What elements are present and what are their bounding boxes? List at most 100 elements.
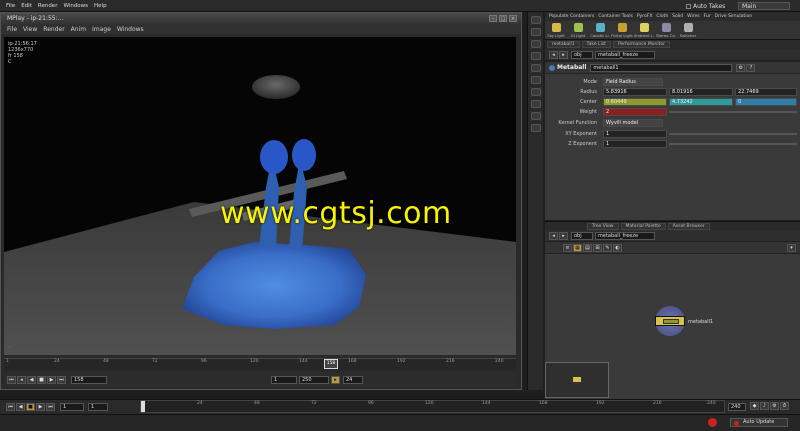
network-options-icon[interactable]: ▾ xyxy=(787,243,796,252)
global-timeline[interactable]: 1 24 48 72 96 120 144 168 192 216 240 xyxy=(140,400,725,413)
shelf-tool-gi-light[interactable]: GI Light xyxy=(567,22,589,38)
back-icon[interactable]: ◂ xyxy=(549,50,558,59)
center-y-field[interactable]: 4.73242 xyxy=(669,98,733,106)
forward-icon[interactable]: ▸ xyxy=(559,50,568,59)
mplay-menu-render[interactable]: Render xyxy=(43,26,64,33)
play-icon[interactable]: ▶ xyxy=(36,403,45,411)
view-tool-icon[interactable] xyxy=(530,88,541,96)
tab-take-list[interactable]: Take List xyxy=(581,41,611,48)
shelf-tab[interactable]: Wires xyxy=(687,14,699,19)
jump-start-icon[interactable]: ⏮ xyxy=(6,403,15,411)
key-icon[interactable]: ◆ xyxy=(750,402,759,410)
color-icon[interactable]: ◐ xyxy=(613,243,622,252)
render-status-icon[interactable] xyxy=(708,418,717,427)
shelf-tool-caustic-light[interactable]: Caustic Li. xyxy=(589,22,611,38)
range-end-field[interactable]: 250 xyxy=(299,376,329,384)
camera-tool-icon[interactable] xyxy=(530,124,541,132)
tile-view-icon[interactable]: ▤ xyxy=(583,243,592,252)
menu-file[interactable]: File xyxy=(6,3,15,9)
menu-help[interactable]: Help xyxy=(94,3,107,9)
path-node[interactable]: metaball_freeze xyxy=(595,50,655,59)
realtime-icon[interactable]: ⏱ xyxy=(780,402,789,410)
tab-asset-browser[interactable]: Asset Browser xyxy=(667,222,710,230)
shelf-tab[interactable]: Fur xyxy=(704,14,711,19)
list-view-icon[interactable]: ≡ xyxy=(563,243,572,252)
display-tool-icon[interactable] xyxy=(530,112,541,120)
gear-icon[interactable]: ⚙ xyxy=(736,63,746,72)
mplay-menu-file[interactable]: File xyxy=(7,26,17,33)
shelf-tab[interactable]: PyroFX xyxy=(637,14,653,19)
mplay-menu-image[interactable]: Image xyxy=(92,26,111,33)
radius-y-field[interactable]: 8.01916 xyxy=(669,88,733,96)
metaball-node[interactable] xyxy=(655,316,685,326)
range-lock-icon[interactable]: ▸ xyxy=(331,376,340,384)
scale-tool-icon[interactable] xyxy=(530,52,541,60)
shelf-tool-stereo-camera[interactable]: Stereo Ca. xyxy=(655,22,677,38)
mplay-titlebar[interactable]: MPlay - ip-21:55:... – □ × xyxy=(1,13,521,24)
z-exponent-field[interactable]: 1 xyxy=(603,140,667,148)
radius-x-field[interactable]: 5.83916 xyxy=(603,88,667,96)
mplay-menu-view[interactable]: View xyxy=(23,26,37,33)
play-icon[interactable]: ▶ xyxy=(47,376,56,384)
menu-windows[interactable]: Windows xyxy=(63,3,88,9)
center-z-field[interactable]: 0 xyxy=(735,98,797,106)
weight-field[interactable]: 2 xyxy=(603,108,667,116)
center-x-field[interactable]: 0.60449 xyxy=(603,98,667,106)
select-tool-icon[interactable] xyxy=(530,16,541,24)
settings-icon[interactable]: ⚙ xyxy=(770,402,779,410)
network-path-node[interactable]: metaball_freeze xyxy=(595,231,655,240)
close-icon[interactable]: × xyxy=(509,15,517,22)
shelf-tab[interactable]: Cloth xyxy=(656,14,668,19)
current-frame-marker[interactable]: 158 xyxy=(324,359,338,369)
forward-icon[interactable]: ▸ xyxy=(559,231,568,240)
auto-takes-checkbox[interactable] xyxy=(686,3,691,9)
shelf-tool-switcher[interactable]: Switcher xyxy=(677,22,699,38)
mplay-menu-windows[interactable]: Windows xyxy=(117,26,144,33)
range-start-field[interactable]: 1 xyxy=(271,376,297,384)
back-icon[interactable]: ◂ xyxy=(549,231,558,240)
network-path-obj[interactable]: obj xyxy=(571,231,593,240)
path-obj[interactable]: obj xyxy=(571,50,593,59)
shelf-tool-portal-light[interactable]: Portal Light xyxy=(611,22,633,38)
auto-takes-toggle[interactable]: Auto Takes xyxy=(686,2,725,10)
mplay-timeline[interactable]: 1 24 48 72 96 120 144 168 192 216 240 15… xyxy=(4,358,516,370)
jump-start-icon[interactable]: ⏮ xyxy=(7,376,16,384)
stop-icon[interactable]: ■ xyxy=(26,403,35,411)
network-minimap[interactable] xyxy=(545,362,609,398)
global-end-field[interactable]: 240 xyxy=(728,403,746,411)
play-reverse-icon[interactable]: ◀ xyxy=(16,403,25,411)
rotate-tool-icon[interactable] xyxy=(530,40,541,48)
shelf-tab[interactable]: Populate Containers xyxy=(549,14,594,19)
radius-z-field[interactable]: 22.7469 xyxy=(735,88,797,96)
fps-field[interactable]: 24 xyxy=(343,376,363,384)
grid-view-icon[interactable]: ▦ xyxy=(573,243,582,252)
maximize-icon[interactable]: □ xyxy=(499,15,507,22)
weight-slider[interactable] xyxy=(669,111,797,113)
layout-icon[interactable]: ⊞ xyxy=(593,243,602,252)
tab-performance-monitor[interactable]: Performance Monitor xyxy=(612,41,670,48)
audio-icon[interactable]: ♪ xyxy=(760,402,769,410)
shelf-tool-ambient-light[interactable]: Ambient L. xyxy=(633,22,655,38)
xy-exponent-field[interactable]: 1 xyxy=(603,130,667,138)
kernel-function-dropdown[interactable]: Wyvill model xyxy=(603,119,663,127)
note-icon[interactable]: ✎ xyxy=(603,243,612,252)
global-current-frame-marker[interactable] xyxy=(141,401,145,412)
param-mode-dropdown[interactable]: Field Radius xyxy=(603,78,663,86)
help-icon[interactable]: ? xyxy=(746,63,756,72)
global-frame-field[interactable]: 1 xyxy=(60,403,84,411)
frame-field[interactable]: 158 xyxy=(71,376,107,384)
handle-tool-icon[interactable] xyxy=(530,64,541,72)
tab-material-palette[interactable]: Material Palette xyxy=(620,222,666,230)
stop-icon[interactable]: ■ xyxy=(37,376,46,384)
tab-tree-view[interactable]: Tree View xyxy=(587,222,619,230)
desktop-selector[interactable]: Main xyxy=(738,2,790,10)
minimize-icon[interactable]: – xyxy=(489,15,497,22)
xy-exponent-slider[interactable] xyxy=(669,133,797,135)
move-tool-icon[interactable] xyxy=(530,28,541,36)
auto-update-dropdown[interactable]: Auto Update xyxy=(730,418,788,427)
node-name-field[interactable]: metaball1 xyxy=(590,63,733,72)
snap-tool-icon[interactable] xyxy=(530,100,541,108)
shelf-tab[interactable]: Drive Simulation xyxy=(715,14,752,19)
jump-end-icon[interactable]: ⏭ xyxy=(46,403,55,411)
jump-end-icon[interactable]: ⏭ xyxy=(57,376,66,384)
